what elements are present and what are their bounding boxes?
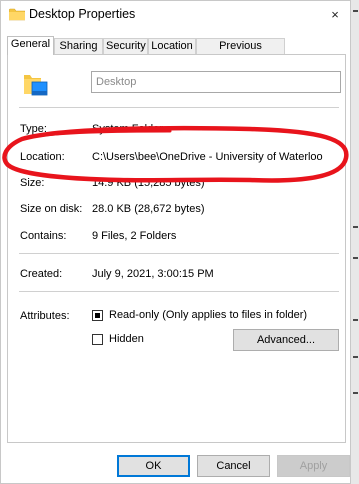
readonly-checkbox[interactable] [92, 310, 103, 321]
separator [19, 253, 339, 254]
contains-value: 9 Files, 2 Folders [92, 230, 177, 242]
separator [19, 107, 339, 108]
attributes-label: Attributes: [20, 310, 70, 322]
cancel-button[interactable]: Cancel [197, 455, 270, 477]
size-label: Size: [20, 177, 45, 189]
general-panel [7, 54, 346, 443]
title-bar[interactable]: Desktop Properties × [1, 1, 350, 31]
location-value: C:\Users\bee\OneDrive - University of Wa… [92, 151, 323, 163]
tab-location[interactable]: Location [148, 38, 196, 54]
separator [19, 291, 339, 292]
tab-previous-versions[interactable]: Previous Versions [196, 38, 285, 67]
created-label: Created: [20, 268, 63, 280]
hidden-checkbox[interactable] [92, 334, 103, 345]
tab-sharing[interactable]: Sharing [54, 38, 103, 54]
contains-label: Contains: [20, 230, 67, 242]
desktop-folder-icon [24, 75, 48, 96]
advanced-button[interactable]: Advanced... [233, 329, 339, 351]
created-value: July 9, 2021, 3:00:15 PM [92, 268, 214, 280]
window-title: Desktop Properties [29, 7, 136, 21]
size-on-disk-label: Size on disk: [20, 203, 83, 215]
size-value: 14.9 KB (15,285 bytes) [92, 177, 205, 189]
apply-button: Apply [277, 455, 350, 477]
hidden-label[interactable]: Hidden [109, 333, 144, 345]
close-button[interactable]: × [323, 5, 347, 25]
properties-window: Desktop Properties × General Sharing Sec… [0, 0, 351, 484]
readonly-label[interactable]: Read-only (Only applies to files in fold… [109, 309, 307, 321]
type-value: System Folder [92, 123, 163, 135]
type-label: Type: [20, 123, 47, 135]
folder-name-field[interactable]: Desktop [91, 71, 341, 93]
ok-button[interactable]: OK [117, 455, 190, 477]
folder-icon [9, 8, 25, 21]
location-label: Location: [20, 151, 65, 163]
tab-security[interactable]: Security [103, 38, 148, 54]
size-on-disk-value: 28.0 KB (28,672 bytes) [92, 203, 205, 215]
tab-general[interactable]: General [7, 36, 54, 55]
background-window-edge [351, 0, 359, 484]
